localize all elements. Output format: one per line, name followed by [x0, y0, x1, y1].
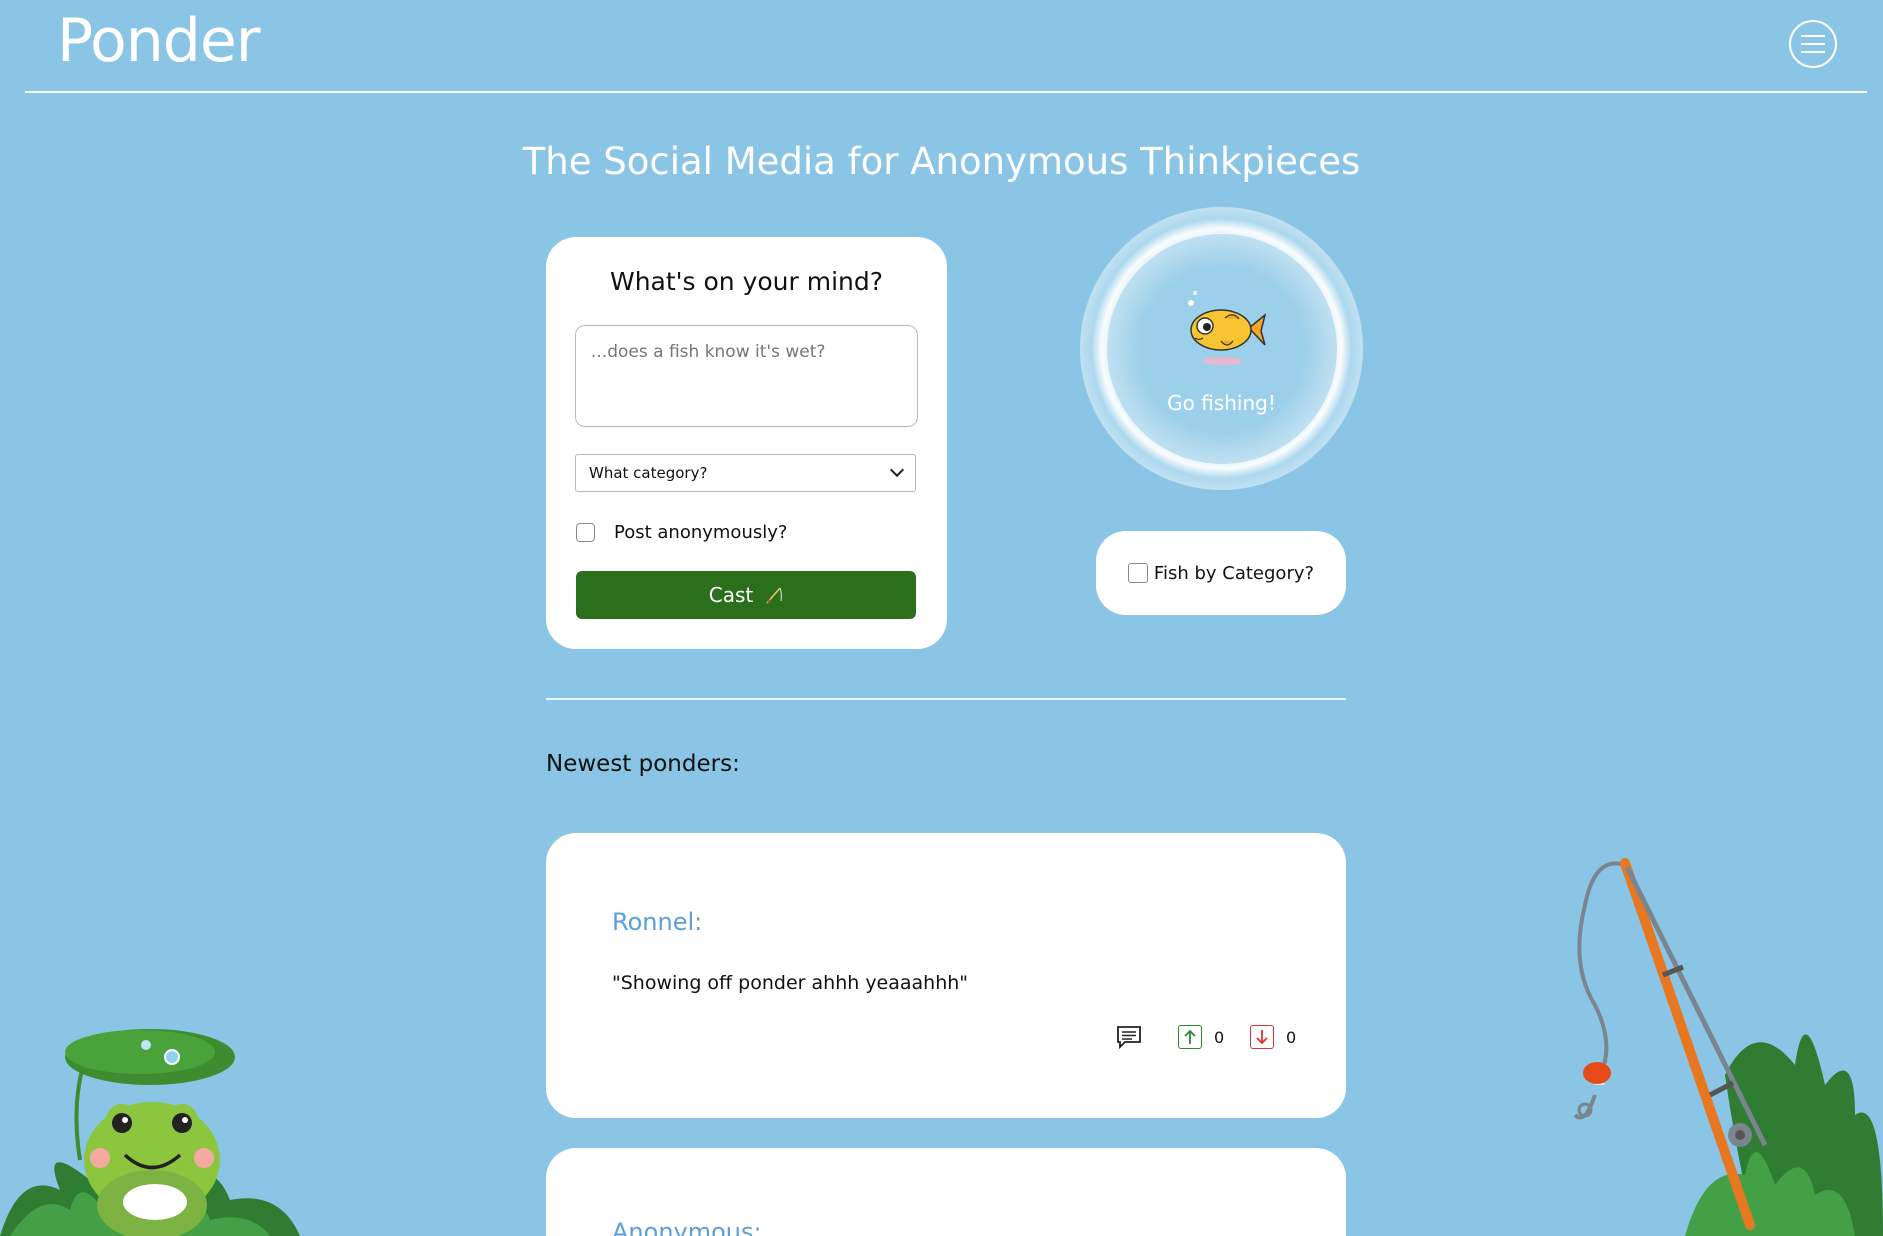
- post-actions: 0 0: [1116, 1025, 1310, 1049]
- post-author: Anonymous:: [612, 1218, 762, 1236]
- divider: [546, 698, 1346, 700]
- fishing-rod-icon: [766, 587, 783, 604]
- logo[interactable]: Ponder: [57, 6, 260, 76]
- feed-heading: Newest ponders:: [546, 751, 740, 777]
- fish-by-category-card: Fish by Category?: [1096, 531, 1346, 615]
- go-fishing-label: Go fishing!: [1167, 390, 1276, 415]
- downvote-button[interactable]: [1250, 1025, 1274, 1049]
- fishing-rod-illustration: [1573, 858, 1883, 1236]
- new-post-card: What's on your mind? What category? Post…: [546, 237, 947, 649]
- comment-icon[interactable]: [1116, 1025, 1142, 1049]
- page-tagline: The Social Media for Anonymous Thinkpiec…: [522, 140, 1361, 183]
- hamburger-menu-button[interactable]: [1789, 20, 1837, 68]
- menu-icon-line: [1801, 51, 1825, 53]
- frog-illustration: [0, 1029, 300, 1236]
- fishing-bubble-inner: Go fishing!: [1106, 233, 1337, 464]
- category-select-value: What category?: [589, 464, 708, 482]
- post-form-title: What's on your mind?: [609, 267, 884, 296]
- upvote-count: 0: [1214, 1027, 1225, 1047]
- category-select[interactable]: What category?: [575, 454, 916, 492]
- upvote-button[interactable]: [1178, 1025, 1202, 1049]
- cast-button[interactable]: Cast: [576, 571, 916, 619]
- menu-icon-line: [1801, 43, 1825, 45]
- fish-icon: [1187, 290, 1266, 365]
- post-text: "Showing off ponder ahhh yeaaahhh": [612, 972, 969, 994]
- fish-by-category-checkbox[interactable]: [1127, 563, 1148, 583]
- cast-button-label: Cast: [708, 583, 754, 607]
- menu-icon-line: [1801, 35, 1825, 37]
- post-textarea[interactable]: [575, 325, 918, 427]
- anonymous-option: Post anonymously?: [576, 522, 787, 543]
- post-author: Ronnel:: [612, 908, 703, 936]
- fish-by-category-label: Fish by Category?: [1153, 562, 1315, 584]
- anonymous-label: Post anonymously?: [614, 522, 788, 543]
- arrow-up-icon: [1184, 1029, 1196, 1044]
- chevron-down-icon: [889, 462, 905, 478]
- ponder-card: Anonymous:: [546, 1148, 1346, 1236]
- anonymous-checkbox[interactable]: [576, 523, 595, 542]
- header: Ponder: [25, 0, 1867, 93]
- ponder-card: Ronnel: "Showing off ponder ahhh yeaaahh…: [546, 833, 1346, 1118]
- arrow-down-icon: [1256, 1030, 1268, 1045]
- downvote-count: 0: [1286, 1027, 1297, 1047]
- go-fishing-button[interactable]: Go fishing!: [1080, 207, 1363, 490]
